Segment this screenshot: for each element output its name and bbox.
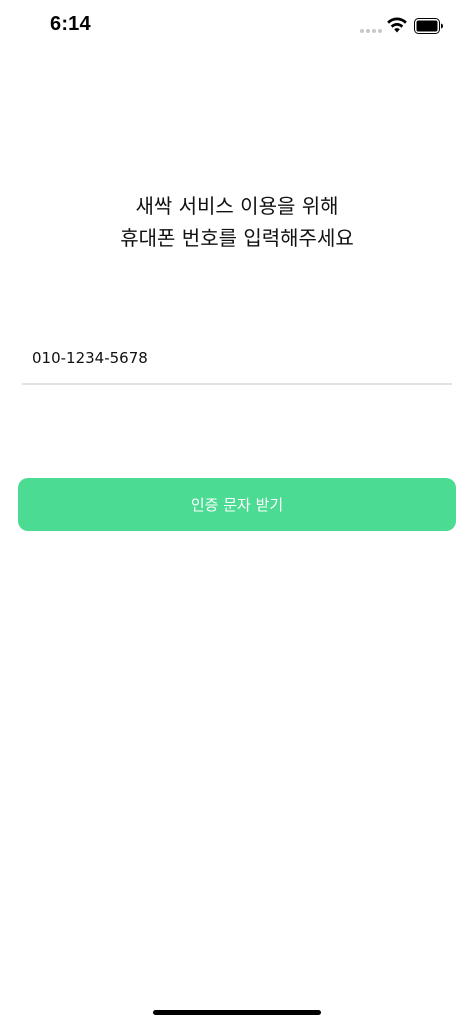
cellular-signal-icon: [360, 29, 382, 33]
wifi-icon: [387, 17, 407, 33]
request-verification-button[interactable]: 인증 문자 받기: [18, 478, 456, 531]
battery-icon: [414, 18, 443, 34]
home-indicator[interactable]: [153, 1010, 321, 1015]
status-bar: 6:14: [0, 0, 474, 54]
page-title: 새싹 서비스 이용을 위해 휴대폰 번호를 입력해주세요: [0, 190, 474, 254]
phone-number-field-container: [22, 340, 452, 385]
page-title-line-1: 새싹 서비스 이용을 위해: [135, 194, 339, 218]
page-title-line-2: 휴대폰 번호를 입력해주세요: [120, 226, 354, 250]
status-time: 6:14: [50, 13, 91, 35]
phone-number-input[interactable]: [22, 340, 452, 376]
